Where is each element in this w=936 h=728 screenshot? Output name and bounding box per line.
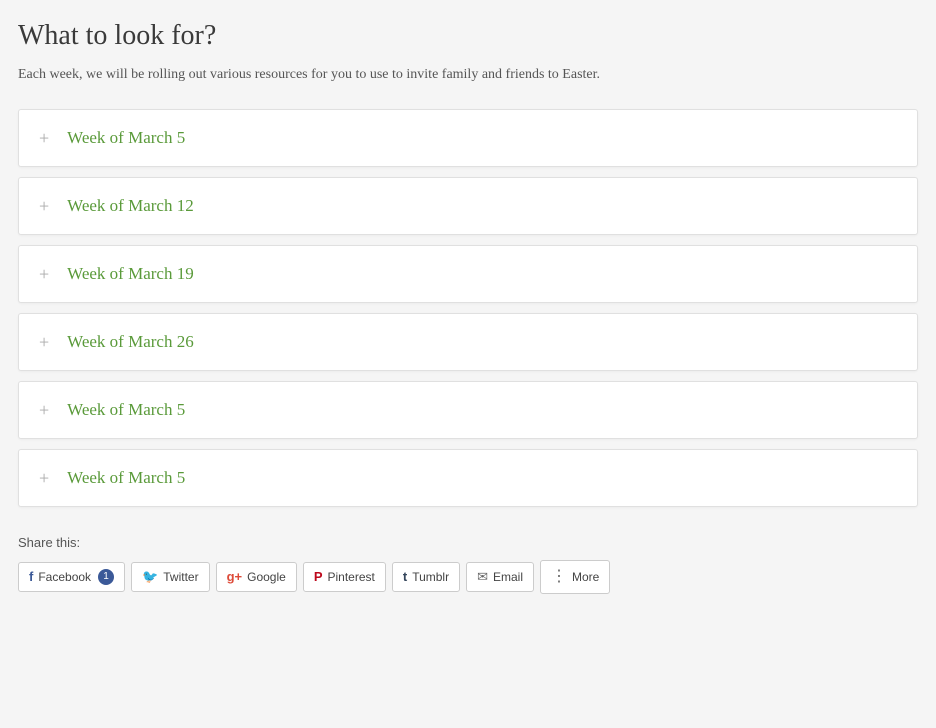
- share-btn-tumblr[interactable]: t Tumblr: [392, 562, 460, 592]
- google-icon: g+: [227, 568, 243, 586]
- accordion-label: Week of March 12: [67, 196, 194, 216]
- plus-icon: +: [39, 197, 49, 215]
- share-btn-label: Facebook: [38, 569, 91, 586]
- share-btn-more[interactable]: ⋮ More: [540, 560, 610, 594]
- accordion-label: Week of March 5: [67, 468, 185, 488]
- accordion-label: Week of March 5: [67, 400, 185, 420]
- share-title: Share this:: [18, 535, 918, 550]
- share-btn-label: Tumblr: [412, 569, 449, 586]
- tumblr-icon: t: [403, 568, 407, 586]
- share-buttons: f Facebook 1 🐦 Twitter g+Google P Pinterest t Tum…: [18, 560, 918, 594]
- share-btn-email[interactable]: ✉ Email: [466, 562, 534, 592]
- share-btn-pinterest[interactable]: P Pinterest: [303, 562, 386, 592]
- share-btn-twitter[interactable]: 🐦 Twitter: [131, 562, 210, 592]
- page-description: Each week, we will be rolling out variou…: [18, 64, 918, 85]
- share-badge: 1: [98, 569, 114, 585]
- accordion-label: Week of March 26: [67, 332, 194, 352]
- plus-icon: +: [39, 265, 49, 283]
- plus-icon: +: [39, 333, 49, 351]
- share-btn-label: More: [572, 569, 599, 586]
- accordion-item[interactable]: + Week of March 19: [18, 245, 918, 303]
- accordion-label: Week of March 5: [67, 128, 185, 148]
- share-btn-label: Email: [493, 569, 523, 586]
- accordion-item[interactable]: + Week of March 26: [18, 313, 918, 371]
- page-container: What to look for? Each week, we will be …: [0, 0, 936, 624]
- accordion-list: + Week of March 5 + Week of March 12 + W…: [18, 109, 918, 507]
- more-icon: ⋮: [551, 566, 567, 588]
- accordion-label: Week of March 19: [67, 264, 194, 284]
- share-btn-label: Google: [247, 569, 286, 586]
- accordion-item[interactable]: + Week of March 5: [18, 449, 918, 507]
- facebook-icon: f: [29, 568, 33, 586]
- share-btn-label: Twitter: [163, 569, 198, 586]
- accordion-item[interactable]: + Week of March 5: [18, 109, 918, 167]
- share-btn-google[interactable]: g+Google: [216, 562, 297, 592]
- page-title: What to look for?: [18, 20, 918, 52]
- share-section: Share this: f Facebook 1 🐦 Twitter g+Google PP…: [18, 535, 918, 594]
- plus-icon: +: [39, 469, 49, 487]
- accordion-item[interactable]: + Week of March 5: [18, 381, 918, 439]
- share-btn-label: Pinterest: [328, 569, 375, 586]
- plus-icon: +: [39, 129, 49, 147]
- email-icon: ✉: [477, 568, 488, 586]
- twitter-icon: 🐦: [142, 568, 158, 586]
- plus-icon: +: [39, 401, 49, 419]
- accordion-item[interactable]: + Week of March 12: [18, 177, 918, 235]
- pinterest-icon: P: [314, 568, 323, 586]
- share-btn-facebook[interactable]: f Facebook 1: [18, 562, 125, 592]
